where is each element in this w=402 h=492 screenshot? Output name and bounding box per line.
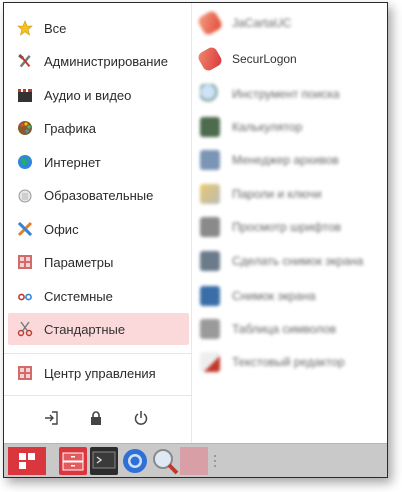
app-label: Сделать снимок экрана (232, 254, 364, 268)
category-list: Все Администрирование Аудио и видео Граф… (4, 3, 192, 443)
category-office[interactable]: Офис (8, 213, 189, 245)
lock-icon[interactable] (86, 408, 106, 428)
app-label: JaCartaUC (232, 16, 292, 30)
globe-icon (17, 154, 33, 170)
taskbar-handle-icon[interactable] (212, 454, 218, 468)
category-internet[interactable]: Интернет (8, 146, 189, 178)
charmap-icon (200, 319, 220, 339)
control-center-icon (17, 365, 33, 381)
category-administration[interactable]: Администрирование (8, 45, 189, 77)
category-all[interactable]: Все (8, 12, 189, 44)
app-item-jacartauc[interactable]: JaCartaUC (196, 7, 385, 39)
font-viewer-icon (200, 217, 220, 237)
app-item-securlogon[interactable]: SecurLogon (196, 43, 385, 75)
category-label: Стандартные (44, 321, 126, 337)
application-menu: Все Администрирование Аудио и видео Граф… (4, 3, 387, 443)
screenshot-icon (200, 251, 220, 271)
settings-panel-icon (17, 254, 33, 270)
category-label: Системные (44, 288, 113, 304)
token-red-icon (196, 9, 224, 37)
system-icon (17, 288, 33, 304)
app-label: Менеджер архивов (232, 153, 339, 167)
category-audio-video[interactable]: Аудио и видео (8, 79, 189, 111)
category-graphics[interactable]: Графика (8, 112, 189, 144)
category-label: Все (44, 20, 67, 36)
app-item-font-viewer[interactable]: Просмотр шрифтов (200, 211, 385, 243)
browser-taskbar-icon[interactable] (121, 447, 149, 475)
keys-icon (200, 184, 220, 204)
clapperboard-icon (17, 87, 33, 103)
app-label: Просмотр шрифтов (232, 220, 342, 234)
separator (4, 395, 191, 396)
start-logo-icon (19, 453, 35, 469)
text-editor-icon (200, 352, 220, 372)
app-item-screenshot[interactable]: Снимок экрана (200, 280, 385, 312)
category-label: Офис (44, 221, 79, 237)
star-icon (17, 20, 33, 36)
app-label: Пароли и ключи (232, 187, 322, 201)
app-label: Снимок экрана (232, 289, 316, 303)
app-list: JaCartaUC SecurLogon Инструмент поиска К… (192, 3, 387, 443)
category-label: Образовательные (44, 187, 154, 203)
camera-icon (200, 286, 220, 306)
app-item-archive-manager[interactable]: Менеджер архивов (200, 144, 385, 176)
app-label: Калькулятор (232, 120, 303, 134)
control-center-item[interactable]: Центр управления (8, 357, 189, 389)
app-item-character-map[interactable]: Таблица символов (200, 313, 385, 345)
office-icon (17, 221, 33, 237)
control-center-label: Центр управления (44, 365, 156, 381)
power-icon[interactable] (131, 408, 151, 428)
scissors-icon (17, 321, 33, 337)
start-menu-button[interactable] (8, 447, 46, 475)
app-label: Таблица символов (232, 322, 337, 336)
app-label: Инструмент поиска (232, 87, 340, 101)
app-item-text-editor[interactable]: Текстовый редактор (200, 346, 385, 378)
category-label: Интернет (44, 154, 101, 170)
category-label: Аудио и видео (44, 87, 132, 103)
palette-icon (17, 120, 33, 136)
category-label: Графика (44, 120, 96, 136)
taskbar (4, 443, 387, 477)
separator (4, 353, 191, 354)
session-actions (4, 403, 191, 433)
education-icon (17, 187, 33, 203)
app-item-calculator[interactable]: Калькулятор (200, 111, 385, 143)
token-red-icon (196, 45, 224, 73)
category-system[interactable]: Системные (8, 280, 189, 312)
app-label: Текстовый редактор (232, 355, 345, 369)
category-standard[interactable]: Стандартные (8, 313, 189, 345)
app-menu-window: Все Администрирование Аудио и видео Граф… (3, 2, 388, 478)
file-manager-taskbar-icon[interactable] (59, 447, 87, 475)
tools-icon (17, 53, 33, 69)
active-window-taskbar-item[interactable] (180, 447, 208, 475)
category-education[interactable]: Образовательные (8, 179, 189, 211)
category-label: Администрирование (44, 53, 168, 69)
terminal-taskbar-icon[interactable] (90, 447, 118, 475)
calculator-icon (200, 117, 220, 137)
app-item-passwords-keys[interactable]: Пароли и ключи (200, 178, 385, 210)
archive-icon (200, 150, 220, 170)
search-tool-taskbar-icon[interactable] (150, 447, 180, 475)
category-label: Параметры (44, 254, 114, 270)
app-item-search-tool[interactable]: Инструмент поиска (200, 78, 385, 110)
category-parameters[interactable]: Параметры (8, 246, 189, 278)
app-item-take-screenshot[interactable]: Сделать снимок экрана (200, 245, 385, 277)
app-label: SecurLogon (232, 52, 297, 66)
magnifier-icon (200, 84, 220, 104)
logout-icon[interactable] (41, 408, 61, 428)
